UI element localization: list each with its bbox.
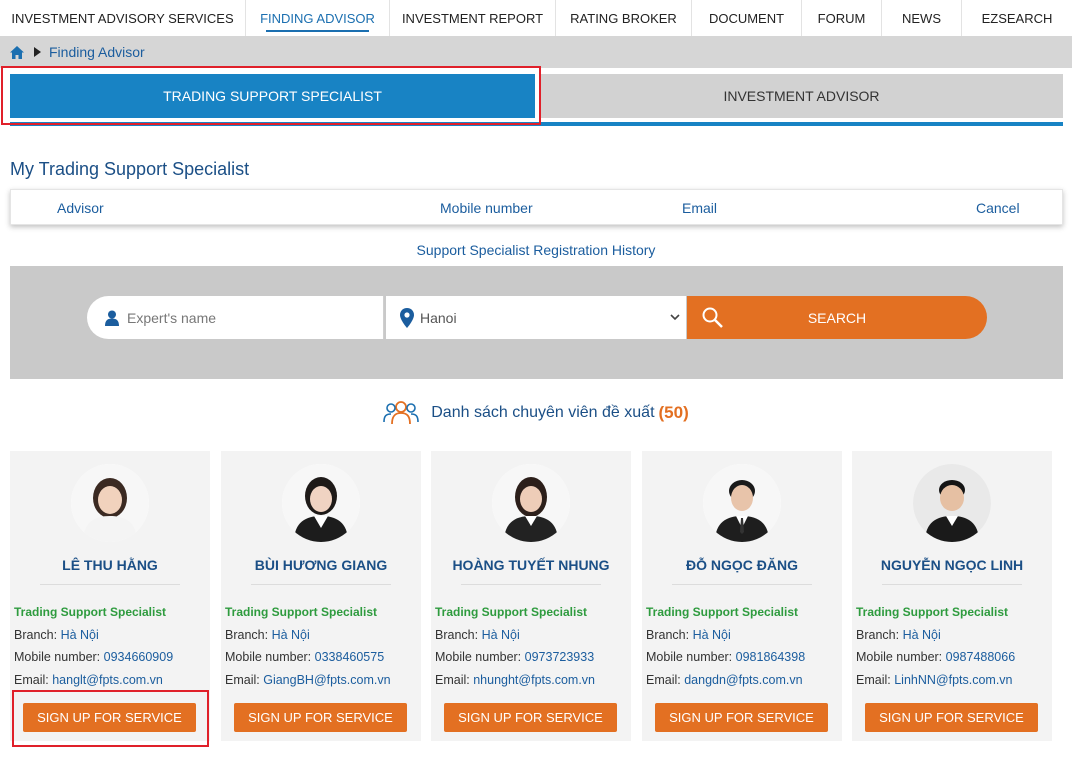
avatar <box>913 464 991 542</box>
advisor-name: ĐỖ NGỌC ĐĂNG <box>686 557 798 573</box>
advisor-name: BÙI HƯƠNG GIANG <box>254 557 388 573</box>
search-button-label: SEARCH <box>807 309 867 326</box>
location-value: Hanoi <box>420 309 457 326</box>
sign-up-button[interactable]: SIGN UP FOR SERVICE <box>234 703 407 732</box>
advisor-name: NGUYỄN NGỌC LINH <box>880 557 1024 573</box>
chevron-down-icon <box>670 309 680 324</box>
advisor-role: Trading Support Specialist <box>14 605 167 619</box>
advisor-branch: Branch: Hà Nội <box>856 628 941 642</box>
advisor-branch: Branch: Hà Nội <box>435 628 520 642</box>
advisor-mobile: Mobile number: 0981864398 <box>646 650 806 664</box>
advisor-branch: Branch: Hà Nội <box>14 628 99 642</box>
search-button[interactable]: SEARCH <box>687 296 987 339</box>
advisor-role: Trading Support Specialist <box>435 605 588 619</box>
column-mobile-number: Mobile number <box>440 200 533 216</box>
advisor-card: HOÀNG TUYẾT NHUNG Trading Support Specia… <box>431 451 631 741</box>
nav-news[interactable]: NEWS <box>882 0 962 36</box>
advisor-card: BÙI HƯƠNG GIANG Trading Support Speciali… <box>221 451 421 741</box>
advisor-branch: Branch: Hà Nội <box>646 628 731 642</box>
nav-rating-broker[interactable]: RATING BROKER <box>556 0 692 36</box>
breadcrumb: Finding Advisor <box>0 36 1072 68</box>
advisor-email: Email: dangdn@fpts.com.vn <box>646 673 803 687</box>
nav-forum[interactable]: FORUM <box>802 0 882 36</box>
card-divider <box>672 584 812 585</box>
advisor-role: Trading Support Specialist <box>856 605 1009 619</box>
breadcrumb-separator-icon <box>34 47 41 57</box>
avatar <box>492 464 570 542</box>
card-divider <box>251 584 391 585</box>
advisor-card: ĐỖ NGỌC ĐĂNG Trading Support Specialist … <box>642 451 842 741</box>
advisor-role: Trading Support Specialist <box>646 605 799 619</box>
advisor-mobile: Mobile number: 0973723933 <box>435 650 595 664</box>
group-users-icon <box>383 400 431 426</box>
breadcrumb-current[interactable]: Finding Advisor <box>49 44 145 60</box>
avatar <box>703 464 781 542</box>
advisor-mobile: Mobile number: 0338460575 <box>225 650 385 664</box>
nav-ezsearch[interactable]: EZSEARCH <box>962 0 1072 36</box>
advisor-mobile: Mobile number: 0987488066 <box>856 650 1016 664</box>
sign-up-button[interactable]: SIGN UP FOR SERVICE <box>444 703 617 732</box>
recommended-heading: Danh sách chuyên viên đề xuất (50) <box>0 400 1072 426</box>
advisor-name: LÊ THU HẰNG <box>62 557 158 573</box>
user-icon <box>105 310 119 326</box>
expert-name-input[interactable]: Expert's name <box>87 296 384 339</box>
card-divider <box>882 584 1022 585</box>
advisor-card: NGUYỄN NGỌC LINH Trading Support Special… <box>852 451 1052 741</box>
column-advisor: Advisor <box>57 200 104 216</box>
top-nav: INVESTMENT ADVISORY SERVICES FINDING ADV… <box>0 0 1084 36</box>
advisor-email: Email: GiangBH@fpts.com.vn <box>225 673 391 687</box>
sign-up-button[interactable]: SIGN UP FOR SERVICE <box>655 703 828 732</box>
card-divider <box>461 584 601 585</box>
my-specialist-table-header: Advisor Mobile number Email Cancel <box>10 189 1063 225</box>
sign-up-button[interactable]: SIGN UP FOR SERVICE <box>865 703 1038 732</box>
highlight-box <box>1 66 541 125</box>
advisor-branch: Branch: Hà Nội <box>225 628 310 642</box>
advisor-mobile: Mobile number: 0934660909 <box>14 650 174 664</box>
search-panel: Expert's name Hanoi SEARCH <box>10 266 1063 379</box>
location-select[interactable]: Hanoi <box>386 296 686 339</box>
avatar <box>282 464 360 542</box>
nav-document[interactable]: DOCUMENT <box>692 0 802 36</box>
nav-investment-advisory-services[interactable]: INVESTMENT ADVISORY SERVICES <box>0 0 246 36</box>
advisor-email: Email: nhunght@fpts.com.vn <box>435 673 596 687</box>
nav-finding-advisor[interactable]: FINDING ADVISOR <box>246 0 390 36</box>
avatar <box>71 464 149 542</box>
registration-history-link[interactable]: Support Specialist Registration History <box>0 242 1072 258</box>
recommended-label: Danh sách chuyên viên đề xuất <box>431 404 655 421</box>
home-icon[interactable] <box>10 45 24 59</box>
advisor-role: Trading Support Specialist <box>225 605 378 619</box>
nav-investment-report[interactable]: INVESTMENT REPORT <box>390 0 556 36</box>
recommended-count: (50) <box>658 403 689 422</box>
advisor-name: HOÀNG TUYẾT NHUNG <box>452 557 610 573</box>
advisor-email: Email: LinhNN@fpts.com.vn <box>856 673 1013 687</box>
tab-investment-advisor[interactable]: INVESTMENT ADVISOR <box>540 74 1063 118</box>
section-title: My Trading Support Specialist <box>10 159 250 179</box>
column-email: Email <box>682 200 718 216</box>
location-pin-icon <box>400 307 414 328</box>
column-cancel: Cancel <box>976 200 1020 216</box>
advisor-email: Email: hanglt@fpts.com.vn <box>14 673 163 687</box>
highlight-box <box>12 690 209 747</box>
expert-name-placeholder: Expert's name <box>127 309 217 326</box>
card-divider <box>40 584 180 585</box>
